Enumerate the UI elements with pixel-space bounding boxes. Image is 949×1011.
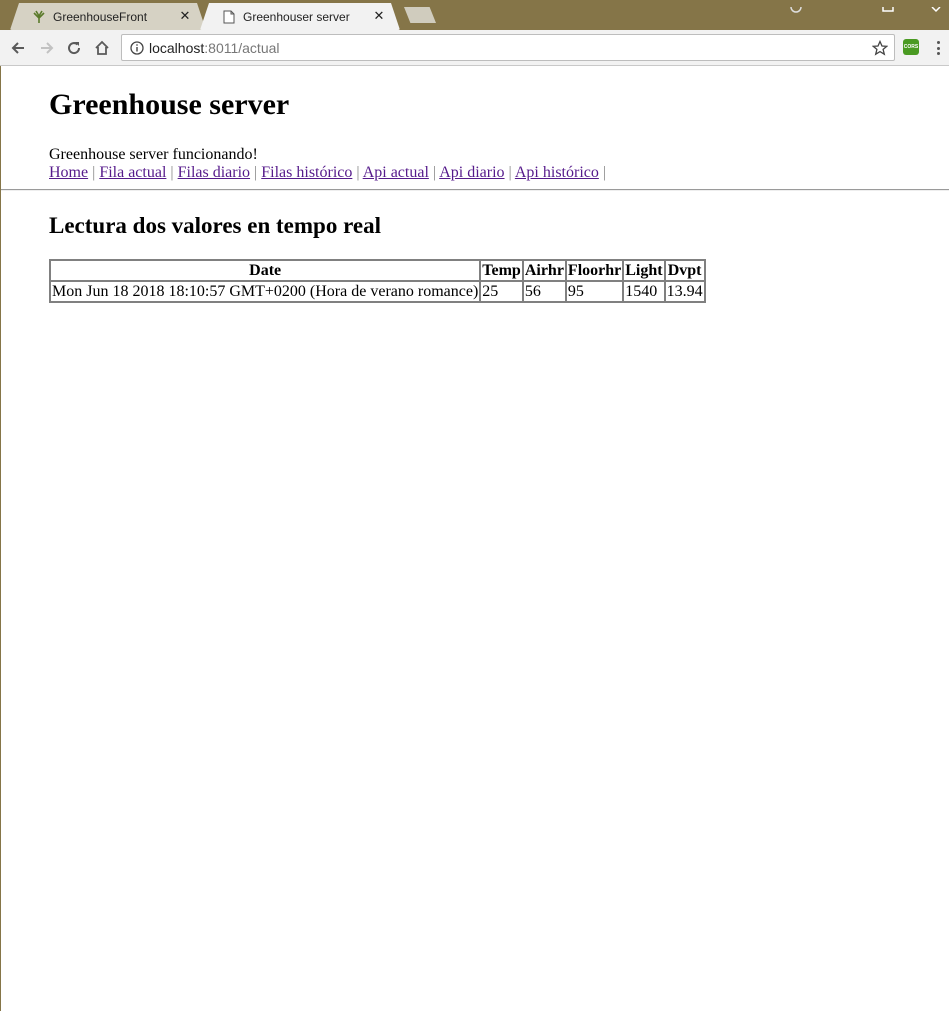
column-header-airhr: Airhr [522,260,566,281]
column-header-floorhr: Floorhr [565,260,624,281]
info-icon[interactable] [129,40,145,56]
menu-icon[interactable] [934,39,942,57]
bookmark-star-icon[interactable] [871,39,889,57]
account-icon[interactable] [790,0,802,13]
url-host: localhost [149,39,205,56]
url-path: :8011/actual [204,39,280,56]
address-bar[interactable]: localhost:8011/actual [121,34,895,61]
link-fila-actual[interactable]: Fila actual [99,164,166,181]
browser-toolbar: localhost:8011/actual CORS [0,30,949,66]
tab-title: GreenhouseFront [53,9,148,24]
close-icon[interactable]: ✕ [372,9,386,23]
separator: | [602,164,607,181]
back-icon[interactable] [6,36,30,60]
close-icon[interactable]: ✕ [178,9,192,23]
separator: | [356,164,360,181]
close-window-icon[interactable] [930,0,942,13]
cell-light: 1540 [623,281,665,302]
cors-extension-icon[interactable]: CORS [903,39,919,55]
link-filas-historico[interactable]: Filas histórico [261,164,352,181]
readings-table: Date Temp Airhr Floorhr Light Dvpt Mon J… [49,259,706,303]
column-header-date: Date [50,260,481,281]
cell-temp: 25 [480,281,523,302]
link-api-historico[interactable]: Api histórico [515,164,599,181]
column-header-dvpt: Dvpt [664,260,705,281]
restore-window-icon[interactable] [882,0,894,12]
tab-greenhousefront[interactable]: GreenhouseFront ✕ [10,3,206,30]
section-title: Lectura dos valores en tempo real [49,213,381,238]
forward-icon[interactable] [35,36,59,60]
page-title: Greenhouse server [49,88,290,121]
home-icon[interactable] [90,36,114,60]
url-text: localhost:8011/actual [149,40,280,56]
tab-title: Greenhouser server [243,9,350,24]
link-home[interactable]: Home [49,164,88,181]
tab-strip: GreenhouseFront ✕ Greenhouser server ✕ [0,0,949,30]
column-header-light: Light [623,260,665,281]
separator: | [92,164,96,181]
link-api-actual[interactable]: Api actual [363,164,429,181]
column-header-temp: Temp [480,260,523,281]
tab-greenhouser-server[interactable]: Greenhouser server ✕ [200,3,400,30]
page-content: Greenhouse server Greenhouse server func… [1,66,949,1011]
cell-date: Mon Jun 18 2018 18:10:57 GMT+0200 (Hora … [50,281,481,302]
new-tab-button[interactable] [404,7,436,23]
separator: | [432,164,437,181]
separator: | [170,164,174,181]
plant-icon [31,9,47,25]
table-row: Mon Jun 18 2018 18:10:57 GMT+0200 (Hora … [50,281,705,302]
cell-airhr: 56 [522,281,566,302]
cell-dvpt: 13.94 [664,281,705,302]
separator: | [508,164,512,181]
nav-links: Home | Fila actual | Filas diario | Fila… [49,164,606,182]
status-text: Greenhouse server funcionando! [49,146,258,163]
link-filas-diario[interactable]: Filas diario [178,164,250,181]
horizontal-rule [1,189,949,191]
document-icon [221,9,237,25]
table-header-row: Date Temp Airhr Floorhr Light Dvpt [50,260,705,281]
separator: | [254,164,258,181]
reload-icon[interactable] [62,36,86,60]
link-api-diario[interactable]: Api diario [439,164,504,181]
cell-floorhr: 95 [565,281,624,302]
